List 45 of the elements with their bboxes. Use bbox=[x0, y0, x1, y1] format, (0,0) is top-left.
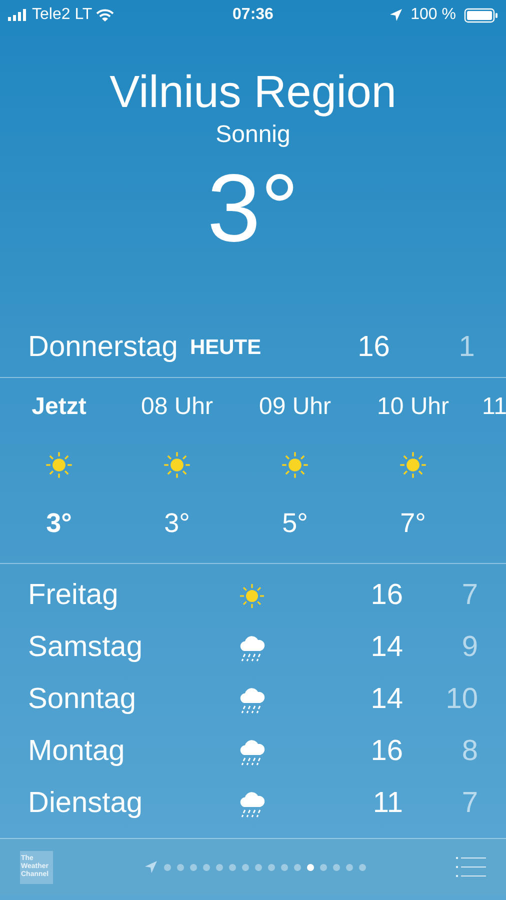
list-icon[interactable] bbox=[456, 856, 486, 878]
wifi-icon bbox=[96, 8, 114, 22]
battery-icon bbox=[464, 8, 498, 22]
weekday-name: Freitag bbox=[28, 578, 120, 614]
sun-icon bbox=[238, 582, 266, 610]
low-temperature: 1 bbox=[458, 330, 475, 366]
low-temperature: 10 bbox=[444, 682, 478, 718]
high-temperature: 16 bbox=[356, 330, 390, 366]
high-temperature: 14 bbox=[370, 682, 403, 718]
weather-condition: Sonnig bbox=[216, 120, 290, 150]
weekday-name: Donnerstag bbox=[28, 330, 178, 366]
hour-label: 11 bbox=[482, 392, 506, 422]
hour-label: 10 Uhr bbox=[376, 392, 450, 422]
weekday-name: Sonntag bbox=[28, 682, 138, 718]
sun-icon bbox=[44, 450, 74, 480]
low-temperature: 7 bbox=[460, 786, 478, 822]
sun-icon bbox=[280, 450, 310, 480]
weekday-name: Samstag bbox=[28, 630, 144, 666]
location-arrow-icon bbox=[388, 8, 403, 22]
low-temperature: 7 bbox=[460, 578, 478, 614]
city-name: Vilnius Region bbox=[110, 65, 396, 119]
sun-icon bbox=[162, 450, 192, 480]
location-arrow-icon bbox=[144, 860, 158, 874]
low-temperature: 9 bbox=[460, 630, 478, 666]
hour-label: 09 Uhr bbox=[258, 392, 332, 422]
hour-temperature: 7° bbox=[400, 507, 426, 539]
hour-temperature: 3° bbox=[164, 507, 190, 539]
current-temperature: 3° bbox=[207, 154, 299, 264]
hour-temperature: 5° bbox=[282, 507, 308, 539]
high-temperature: 16 bbox=[370, 578, 403, 614]
high-temperature: 16 bbox=[370, 734, 403, 770]
hour-temperature: 3° bbox=[46, 507, 72, 539]
sun-icon bbox=[398, 450, 428, 480]
hour-label: 08 Uhr bbox=[140, 392, 214, 422]
weekday-name: Dienstag bbox=[28, 786, 144, 822]
low-temperature: 8 bbox=[460, 734, 478, 770]
high-temperature: 11 bbox=[372, 786, 403, 822]
carrier-name: Tele2 LT bbox=[32, 5, 92, 25]
clock-time: 07:36 bbox=[232, 5, 274, 25]
battery-percentage: 100 % bbox=[410, 5, 456, 25]
weekday-name: Montag bbox=[28, 734, 126, 770]
high-temperature: 14 bbox=[370, 630, 403, 666]
today-label: HEUTE bbox=[190, 335, 262, 362]
signal-icon bbox=[8, 9, 28, 21]
hour-label: Jetzt bbox=[32, 392, 86, 422]
